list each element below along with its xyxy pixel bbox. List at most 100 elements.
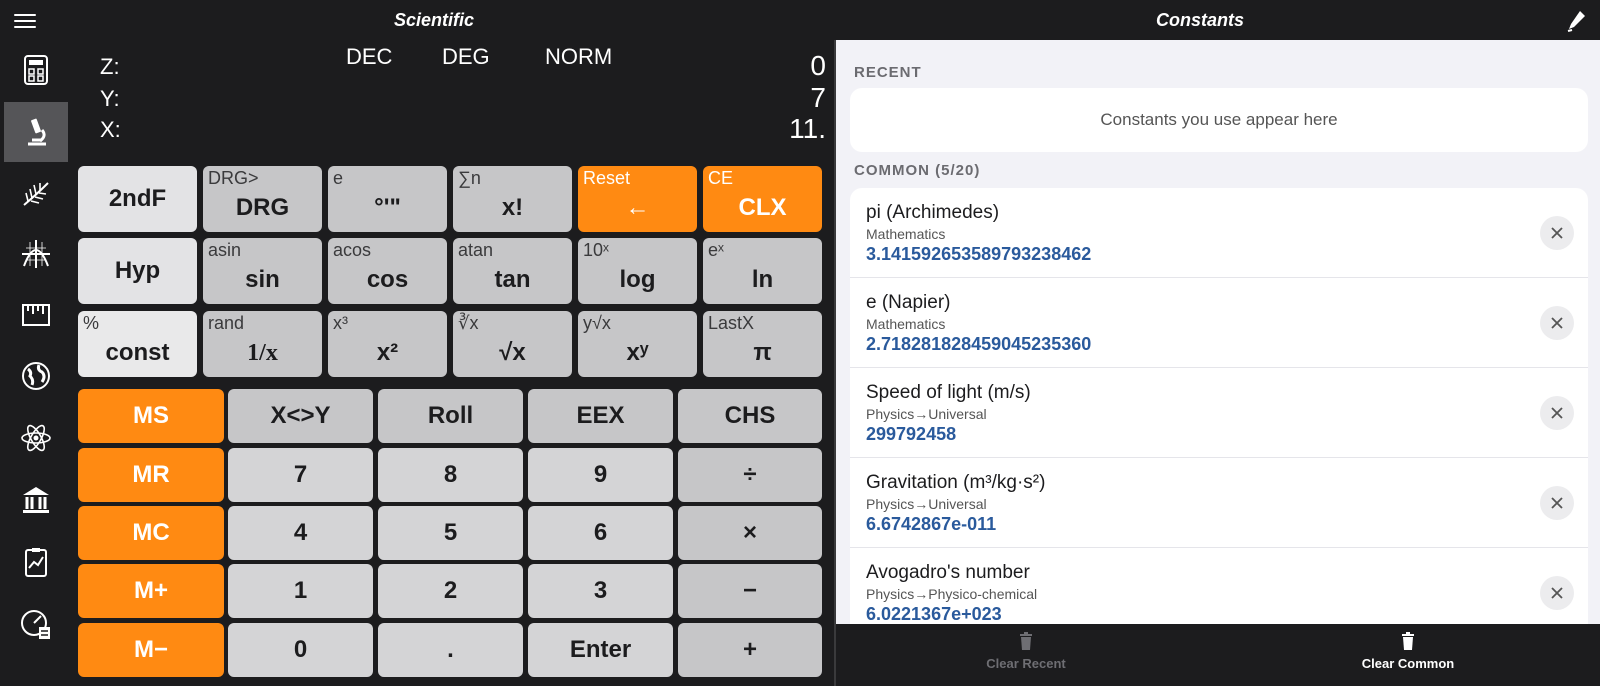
key-const[interactable]: % const — [78, 311, 197, 377]
key-tan[interactable]: atan tan — [453, 238, 572, 304]
constant-category: Mathematics — [866, 316, 946, 332]
key-3[interactable]: 3 — [528, 564, 673, 618]
key-chs[interactable]: CHS — [678, 389, 822, 443]
sidebar-item-scientific[interactable] — [4, 102, 68, 162]
stack-value-y: 7 — [810, 82, 826, 113]
key-ln[interactable]: eˣ ln — [703, 238, 822, 304]
constant-value: 6.6742867e-011 — [866, 514, 997, 534]
key-square[interactable]: x³ x² — [328, 311, 447, 377]
sidebar-item-world[interactable] — [4, 346, 68, 406]
key-mr[interactable]: MR — [78, 448, 224, 502]
key-enter[interactable]: Enter — [528, 623, 673, 677]
key-mc[interactable]: MC — [78, 506, 224, 560]
key-m-plus[interactable]: M+ — [78, 564, 224, 618]
key-minus[interactable]: − — [678, 564, 822, 618]
clear-recent-button[interactable]: Clear Recent — [926, 632, 1126, 671]
remove-constant-button[interactable] — [1540, 576, 1574, 610]
sidebar-item-finance[interactable] — [4, 470, 68, 530]
key-multiply[interactable]: × — [678, 506, 822, 560]
key-4[interactable]: 4 — [228, 506, 373, 560]
ruler-icon — [22, 304, 50, 326]
constants-title: Constants — [1155, 10, 1244, 30]
key-power[interactable]: y√x xʸ — [578, 311, 697, 377]
key-0[interactable]: 0 — [228, 623, 373, 677]
key-backspace[interactable]: Reset ← — [578, 166, 697, 232]
graph-icon — [22, 240, 50, 268]
key-sin[interactable]: asin sin — [203, 238, 322, 304]
common-header: COMMON (5/20) — [854, 162, 981, 179]
sidebar-item-calculator[interactable] — [4, 40, 68, 100]
sidebar-item-physics[interactable] — [4, 408, 68, 468]
key-plus[interactable]: + — [678, 623, 822, 677]
remove-constant-button[interactable] — [1540, 306, 1574, 340]
constants-panel: RECENT Constants you use appear here COM… — [836, 40, 1600, 624]
key-decimal[interactable]: . — [378, 623, 523, 677]
sidebar — [0, 40, 72, 686]
key-eex[interactable]: EEX — [528, 389, 673, 443]
constant-value: 3.141592653589793238462 — [866, 244, 1092, 264]
trash-icon — [1020, 632, 1032, 650]
key-pi[interactable]: LastX π — [703, 311, 822, 377]
key-2[interactable]: 2 — [378, 564, 523, 618]
stack-value-z: 0 — [810, 50, 826, 81]
constant-category: Physics→Universal — [866, 496, 987, 512]
key-swap[interactable]: X<>Y — [228, 389, 373, 443]
constant-row[interactable]: Gravitation (m³/kg·s²) Physics→Universal… — [850, 458, 1588, 548]
sidebar-item-statistics[interactable] — [4, 532, 68, 592]
stack-value-x: 11. — [789, 113, 826, 144]
constant-name: Speed of light (m/s) — [866, 382, 1031, 403]
key-divide[interactable]: ÷ — [678, 448, 822, 502]
mode-angle[interactable]: DEG — [442, 44, 490, 70]
key-drg[interactable]: DRG> DRG — [203, 166, 322, 232]
key-9[interactable]: 9 — [528, 448, 673, 502]
key-dms[interactable]: e °'" — [328, 166, 447, 232]
recent-empty-card: Constants you use appear here — [850, 88, 1588, 152]
key-cos[interactable]: acos cos — [328, 238, 447, 304]
fern-icon — [23, 182, 49, 206]
key-5[interactable]: 5 — [378, 506, 523, 560]
key-hyp[interactable]: Hyp — [78, 238, 197, 304]
bank-icon — [23, 487, 49, 513]
remove-constant-button[interactable] — [1540, 216, 1574, 250]
key-ms[interactable]: MS — [78, 389, 224, 443]
constant-row[interactable]: e (Napier) Mathematics 2.718281828459045… — [850, 278, 1588, 368]
microscope-icon — [28, 118, 46, 146]
atom-icon — [21, 424, 51, 452]
sidebar-item-tools[interactable] — [4, 594, 68, 654]
clear-recent-label: Clear Recent — [986, 656, 1066, 671]
key-roll[interactable]: Roll — [378, 389, 523, 443]
key-log[interactable]: 10ˣ log — [578, 238, 697, 304]
mode-base[interactable]: DEC — [346, 44, 392, 70]
top-bar: Scientific Constants — [0, 0, 1600, 40]
constant-row[interactable]: pi (Archimedes) Mathematics 3.1415926535… — [850, 188, 1588, 278]
sidebar-item-graph[interactable] — [4, 224, 68, 284]
constant-value: 299792458 — [866, 424, 957, 444]
key-factorial[interactable]: ∑n x! — [453, 166, 572, 232]
sidebar-item-nature[interactable] — [4, 163, 68, 223]
key-m-minus[interactable]: M− — [78, 623, 224, 677]
clear-common-button[interactable]: Clear Common — [1308, 632, 1508, 671]
key-1[interactable]: 1 — [228, 564, 373, 618]
close-icon — [1551, 497, 1563, 509]
constant-row[interactable]: Avogadro's number Physics→Physico-chemic… — [850, 548, 1588, 624]
key-8[interactable]: 8 — [378, 448, 523, 502]
constants-bottom-bar: Clear Recent Clear Common — [836, 624, 1600, 686]
key-sqrt[interactable]: ∛x √x — [453, 311, 572, 377]
constant-row[interactable]: Speed of light (m/s) Physics→Universal 2… — [850, 368, 1588, 458]
remove-constant-button[interactable] — [1540, 396, 1574, 430]
constant-category: Mathematics — [866, 226, 946, 242]
close-icon — [1551, 227, 1563, 239]
close-icon — [1551, 587, 1563, 599]
stack-label-x: X: — [100, 117, 121, 142]
mode-notation[interactable]: NORM — [545, 44, 612, 70]
remove-constant-button[interactable] — [1540, 486, 1574, 520]
close-icon — [1551, 407, 1563, 419]
sidebar-item-units[interactable] — [4, 285, 68, 345]
calculator-title: Scientific — [393, 10, 475, 30]
key-6[interactable]: 6 — [528, 506, 673, 560]
key-reciprocal[interactable]: rand 1/x — [203, 311, 322, 377]
key-7[interactable]: 7 — [228, 448, 373, 502]
pen-icon[interactable] — [1566, 10, 1586, 32]
key-clx[interactable]: CE CLX — [703, 166, 822, 232]
key-2ndf[interactable]: 2ndF — [78, 166, 197, 232]
